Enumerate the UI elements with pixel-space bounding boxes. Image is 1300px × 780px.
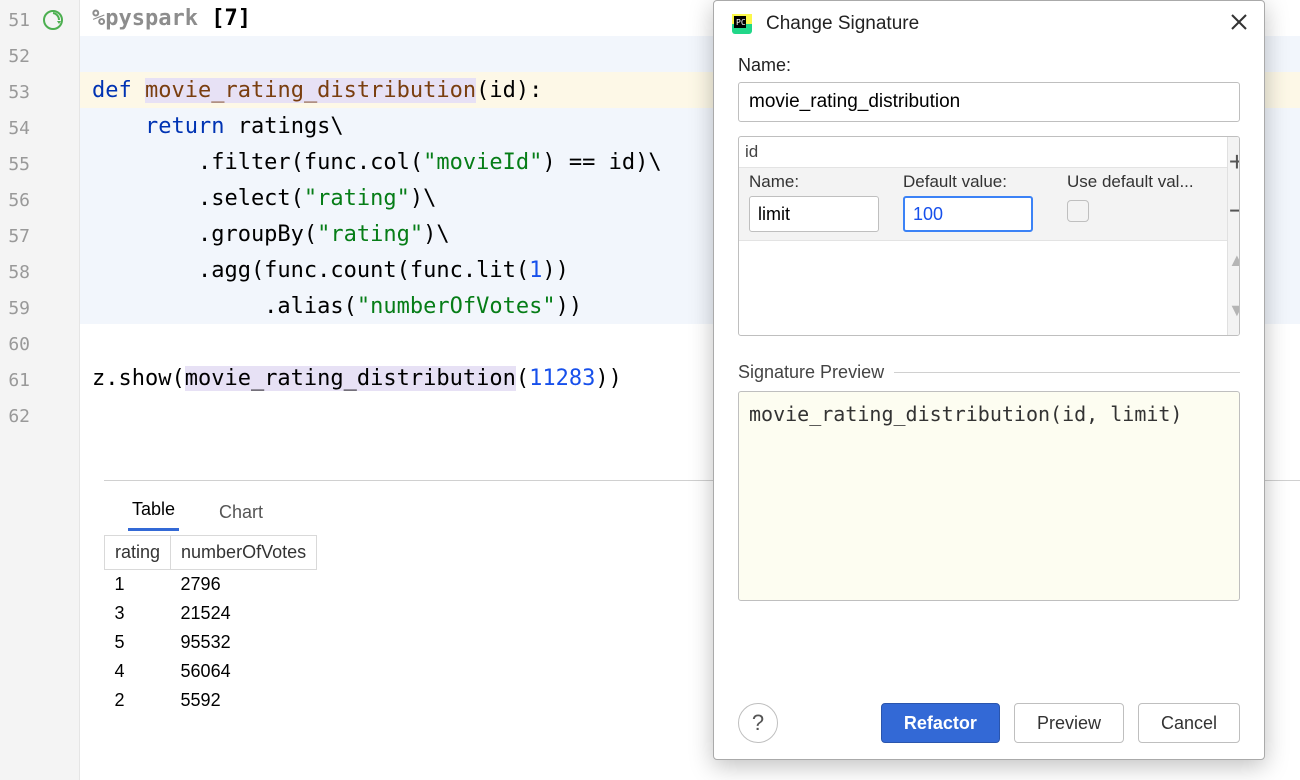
- table-row: 456064: [105, 657, 317, 686]
- code-text: )\: [423, 222, 450, 247]
- cell-magic: %pyspark: [92, 6, 198, 31]
- code-text: ratings\: [224, 114, 343, 139]
- parameter-chip: id: [745, 142, 758, 162]
- param-col-usedefault: Use default val...: [1067, 172, 1217, 192]
- minus-icon: −: [1229, 195, 1240, 227]
- cell-votes: 95532: [171, 628, 317, 657]
- svg-text:PC: PC: [736, 18, 746, 27]
- number-literal: 1: [529, 258, 542, 283]
- function-name-input[interactable]: [738, 82, 1240, 122]
- line-number: 60: [0, 334, 36, 355]
- param-col-default: Default value:: [903, 172, 1053, 192]
- line-number: 52: [0, 46, 36, 67]
- table-row: 595532: [105, 628, 317, 657]
- code-text: .groupBy(: [92, 222, 317, 247]
- use-default-checkbox[interactable]: [1067, 200, 1089, 222]
- column-header-votes[interactable]: numberOfVotes: [171, 536, 317, 570]
- line-number: 62: [0, 406, 36, 427]
- line-number: 51: [0, 10, 36, 31]
- param-col-name: Name:: [749, 172, 889, 192]
- code-text: )): [542, 258, 569, 283]
- code-text: .agg(func.count(func.lit(: [92, 258, 529, 283]
- line-number: 59: [0, 298, 36, 319]
- string-literal: "movieId": [423, 150, 542, 175]
- number-literal: 11283: [529, 366, 595, 391]
- move-down-button[interactable]: ▼: [1228, 286, 1240, 336]
- preview-button[interactable]: Preview: [1014, 703, 1124, 743]
- function-name: movie_rating_distribution: [145, 78, 476, 103]
- string-literal: "rating": [304, 186, 410, 211]
- line-number: 53: [0, 82, 36, 103]
- cell-rating: 1: [105, 570, 171, 600]
- function-call: movie_rating_distribution: [185, 366, 516, 391]
- string-literal: "rating": [317, 222, 423, 247]
- add-parameter-button[interactable]: +: [1228, 137, 1240, 187]
- cell-rating: 2: [105, 686, 171, 715]
- close-icon[interactable]: [1230, 13, 1248, 35]
- remove-parameter-button[interactable]: −: [1228, 187, 1240, 237]
- move-up-button[interactable]: ▲: [1228, 236, 1240, 286]
- line-number: 55: [0, 154, 36, 175]
- code-text: .filter(func.col(: [92, 150, 423, 175]
- tab-chart[interactable]: Chart: [215, 492, 267, 531]
- run-cell-icon[interactable]: [42, 9, 64, 31]
- line-number: 54: [0, 118, 36, 139]
- dialog-title: Change Signature: [766, 13, 1218, 35]
- code-text: (: [516, 366, 529, 391]
- refactor-button[interactable]: Refactor: [881, 703, 1000, 743]
- table-row: 321524: [105, 599, 317, 628]
- string-literal: "numberOfVotes": [357, 294, 556, 319]
- name-label: Name:: [738, 55, 1240, 76]
- code-text: .select(: [92, 186, 304, 211]
- cell-votes: 2796: [171, 570, 317, 600]
- code-text: )): [595, 366, 622, 391]
- table-row: 12796: [105, 570, 317, 600]
- cell-index: [7]: [198, 6, 251, 31]
- signature-preview: movie_rating_distribution(id, limit): [738, 391, 1240, 601]
- change-signature-dialog: PC Change Signature Name: id Name:: [713, 0, 1265, 760]
- param-name-input[interactable]: [749, 196, 879, 232]
- cell-rating: 4: [105, 657, 171, 686]
- parameter-list-row[interactable]: id: [739, 137, 1227, 167]
- result-table: rating numberOfVotes 12796 321524 595532…: [104, 535, 317, 715]
- help-icon: ?: [752, 710, 764, 736]
- signature-preview-label: Signature Preview: [738, 362, 1240, 383]
- pycharm-icon: PC: [730, 12, 754, 36]
- cancel-button[interactable]: Cancel: [1138, 703, 1240, 743]
- code-text: z.show(: [92, 366, 185, 391]
- plus-icon: +: [1229, 146, 1240, 178]
- chevron-up-icon: ▲: [1228, 250, 1240, 271]
- tab-table[interactable]: Table: [128, 489, 179, 531]
- line-number: 61: [0, 370, 36, 391]
- column-header-rating[interactable]: rating: [105, 536, 171, 570]
- keyword-return: return: [145, 114, 224, 139]
- line-number: 56: [0, 190, 36, 211]
- cell-votes: 56064: [171, 657, 317, 686]
- line-number: 58: [0, 262, 36, 283]
- line-number: 57: [0, 226, 36, 247]
- table-row: 25592: [105, 686, 317, 715]
- help-button[interactable]: ?: [738, 703, 778, 743]
- param-default-input[interactable]: [903, 196, 1033, 232]
- code-text: )): [556, 294, 583, 319]
- code-text: .alias(: [92, 294, 357, 319]
- cell-votes: 21524: [171, 599, 317, 628]
- cell-rating: 3: [105, 599, 171, 628]
- function-signature: (id):: [476, 78, 542, 103]
- cell-votes: 5592: [171, 686, 317, 715]
- cell-rating: 5: [105, 628, 171, 657]
- keyword-def: def: [92, 78, 132, 103]
- parameters-panel: id Name: Default value: Use default val.…: [738, 136, 1240, 336]
- code-text: ) == id)\: [542, 150, 661, 175]
- chevron-down-icon: ▼: [1228, 300, 1240, 321]
- code-text: )\: [410, 186, 437, 211]
- line-number-gutter: 51 52 53 54 55 56 57 58 59 60 61 62: [0, 0, 80, 780]
